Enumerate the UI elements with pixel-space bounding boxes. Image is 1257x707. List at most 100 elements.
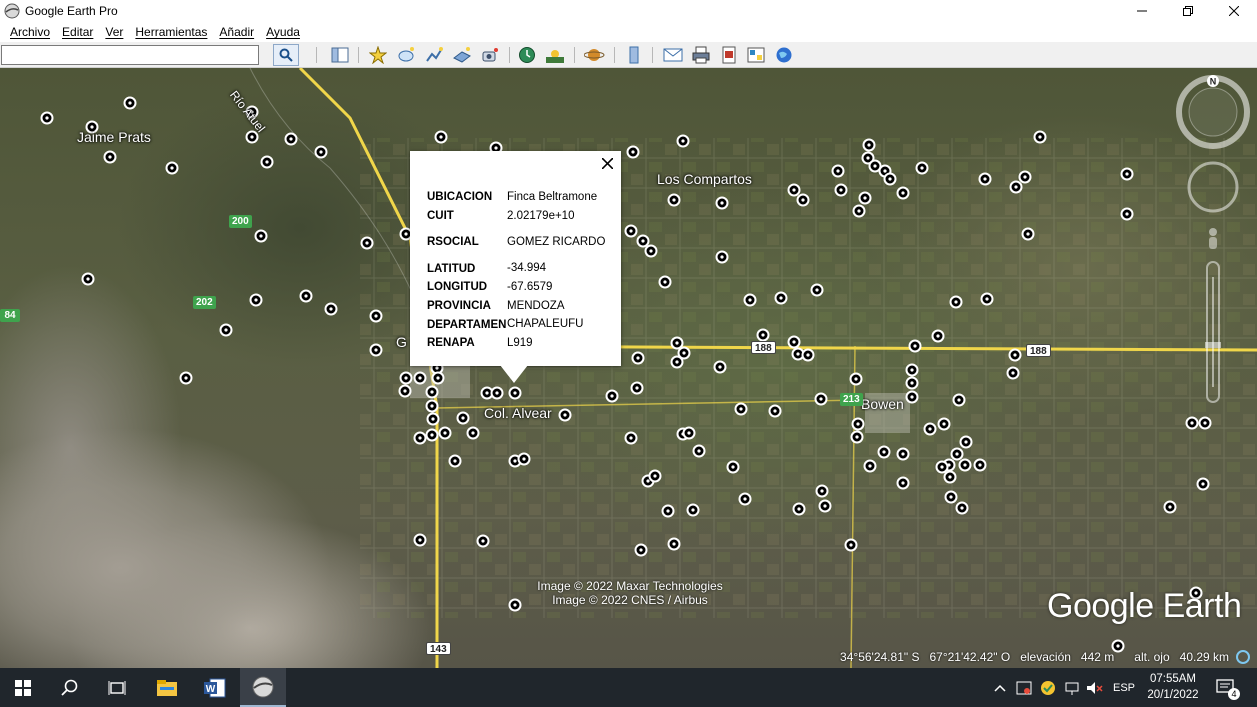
placemark-marker[interactable]	[631, 351, 645, 365]
placemark-marker[interactable]	[949, 295, 963, 309]
placemark-marker[interactable]	[774, 291, 788, 305]
placemark-marker[interactable]	[1196, 477, 1210, 491]
placemark-marker[interactable]	[851, 417, 865, 431]
placemark-marker[interactable]	[850, 430, 864, 444]
placemark-marker[interactable]	[431, 371, 445, 385]
placemark-marker[interactable]	[40, 111, 54, 125]
placemark-marker[interactable]	[943, 470, 957, 484]
placemark-marker[interactable]	[792, 502, 806, 516]
earth-button[interactable]	[773, 44, 795, 66]
placemark-marker[interactable]	[844, 538, 858, 552]
placemark-marker[interactable]	[369, 309, 383, 323]
placemark-marker[interactable]	[923, 422, 937, 436]
placemark-marker[interactable]	[624, 431, 638, 445]
view-in-maps-button[interactable]	[745, 44, 767, 66]
print-button[interactable]	[690, 44, 712, 66]
placemark-marker[interactable]	[896, 476, 910, 490]
placemark-marker[interactable]	[858, 191, 872, 205]
placemark-marker[interactable]	[284, 132, 298, 146]
placemark-marker[interactable]	[743, 293, 757, 307]
add-path-button[interactable]	[423, 44, 445, 66]
placemark-marker[interactable]	[713, 360, 727, 374]
placemark-marker[interactable]	[249, 293, 263, 307]
placemark-marker[interactable]	[1009, 180, 1023, 194]
placemark-marker[interactable]	[738, 492, 752, 506]
placemark-marker[interactable]	[768, 404, 782, 418]
language-indicator[interactable]: ESP	[1110, 668, 1138, 707]
menu-anadir[interactable]: Añadir	[213, 25, 260, 39]
placemark-marker[interactable]	[692, 444, 706, 458]
email-button[interactable]	[662, 44, 684, 66]
placemark-marker[interactable]	[179, 371, 193, 385]
look-joystick[interactable]	[1187, 161, 1239, 213]
placemark-marker[interactable]	[1033, 130, 1047, 144]
placemark-marker[interactable]	[978, 172, 992, 186]
placemark-marker[interactable]	[883, 172, 897, 186]
compass-ring[interactable]	[1176, 75, 1250, 149]
placemark-marker[interactable]	[958, 458, 972, 472]
placemark-marker[interactable]	[425, 385, 439, 399]
menu-ver[interactable]: Ver	[99, 25, 129, 39]
placemark-marker[interactable]	[950, 447, 964, 461]
taskbar-search-button[interactable]	[47, 668, 93, 707]
placemark-marker[interactable]	[915, 161, 929, 175]
restore-button[interactable]	[1165, 0, 1211, 22]
placemark-marker[interactable]	[955, 501, 969, 515]
placemark-marker[interactable]	[852, 204, 866, 218]
placemark-marker[interactable]	[434, 130, 448, 144]
zoom-slider[interactable]	[1205, 261, 1221, 403]
placemark-marker[interactable]	[973, 458, 987, 472]
street-view-pegman-icon[interactable]	[1209, 228, 1217, 249]
menu-archivo[interactable]: Archivo	[4, 25, 56, 39]
add-polygon-button[interactable]	[395, 44, 417, 66]
placemark-marker[interactable]	[905, 390, 919, 404]
placemark-marker[interactable]	[626, 145, 640, 159]
placemark-marker[interactable]	[756, 328, 770, 342]
placemark-marker[interactable]	[1021, 227, 1035, 241]
placemark-marker[interactable]	[682, 426, 696, 440]
placemark-marker[interactable]	[648, 469, 662, 483]
placemark-marker[interactable]	[413, 533, 427, 547]
placemark-marker[interactable]	[814, 392, 828, 406]
placemark-marker[interactable]	[425, 399, 439, 413]
placemark-marker[interactable]	[1198, 416, 1212, 430]
placemark-marker[interactable]	[369, 343, 383, 357]
placemark-marker[interactable]	[448, 454, 462, 468]
placemark-marker[interactable]	[676, 134, 690, 148]
placemark-marker[interactable]	[877, 445, 891, 459]
placemark-marker[interactable]	[658, 275, 672, 289]
ruler-button[interactable]	[623, 44, 645, 66]
placemark-marker[interactable]	[219, 323, 233, 337]
placemark-marker[interactable]	[834, 183, 848, 197]
placemark-marker[interactable]	[1018, 170, 1032, 184]
task-view-button[interactable]	[94, 668, 140, 707]
placemark-marker[interactable]	[670, 336, 684, 350]
placemark-marker[interactable]	[636, 234, 650, 248]
placemark-marker[interactable]	[952, 393, 966, 407]
placemark-marker[interactable]	[849, 372, 863, 386]
placemark-marker[interactable]	[490, 386, 504, 400]
network-button[interactable]	[1061, 668, 1083, 707]
placemark-marker[interactable]	[818, 499, 832, 513]
placemark-marker[interactable]	[260, 155, 274, 169]
placemark-marker[interactable]	[1120, 167, 1134, 181]
save-image-button[interactable]	[718, 44, 740, 66]
notification-center-button[interactable]: 4	[1212, 668, 1242, 707]
placemark-marker[interactable]	[796, 193, 810, 207]
tray-app-button[interactable]	[1013, 668, 1035, 707]
file-explorer-taskbar-button[interactable]	[144, 668, 190, 707]
placemark-marker[interactable]	[801, 348, 815, 362]
placemark-marker[interactable]	[630, 381, 644, 395]
placemark-marker[interactable]	[670, 355, 684, 369]
placemark-marker[interactable]	[466, 426, 480, 440]
placemark-marker[interactable]	[787, 183, 801, 197]
placemark-marker[interactable]	[815, 484, 829, 498]
taskbar-clock[interactable]: 07:55AM 20/1/2022	[1140, 671, 1206, 703]
placemark-marker[interactable]	[1008, 348, 1022, 362]
placemark-marker[interactable]	[931, 329, 945, 343]
start-button[interactable]	[0, 668, 46, 707]
placemark-marker[interactable]	[165, 161, 179, 175]
minimize-button[interactable]	[1119, 0, 1165, 22]
placemark-marker[interactable]	[558, 408, 572, 422]
placemark-marker[interactable]	[1006, 366, 1020, 380]
